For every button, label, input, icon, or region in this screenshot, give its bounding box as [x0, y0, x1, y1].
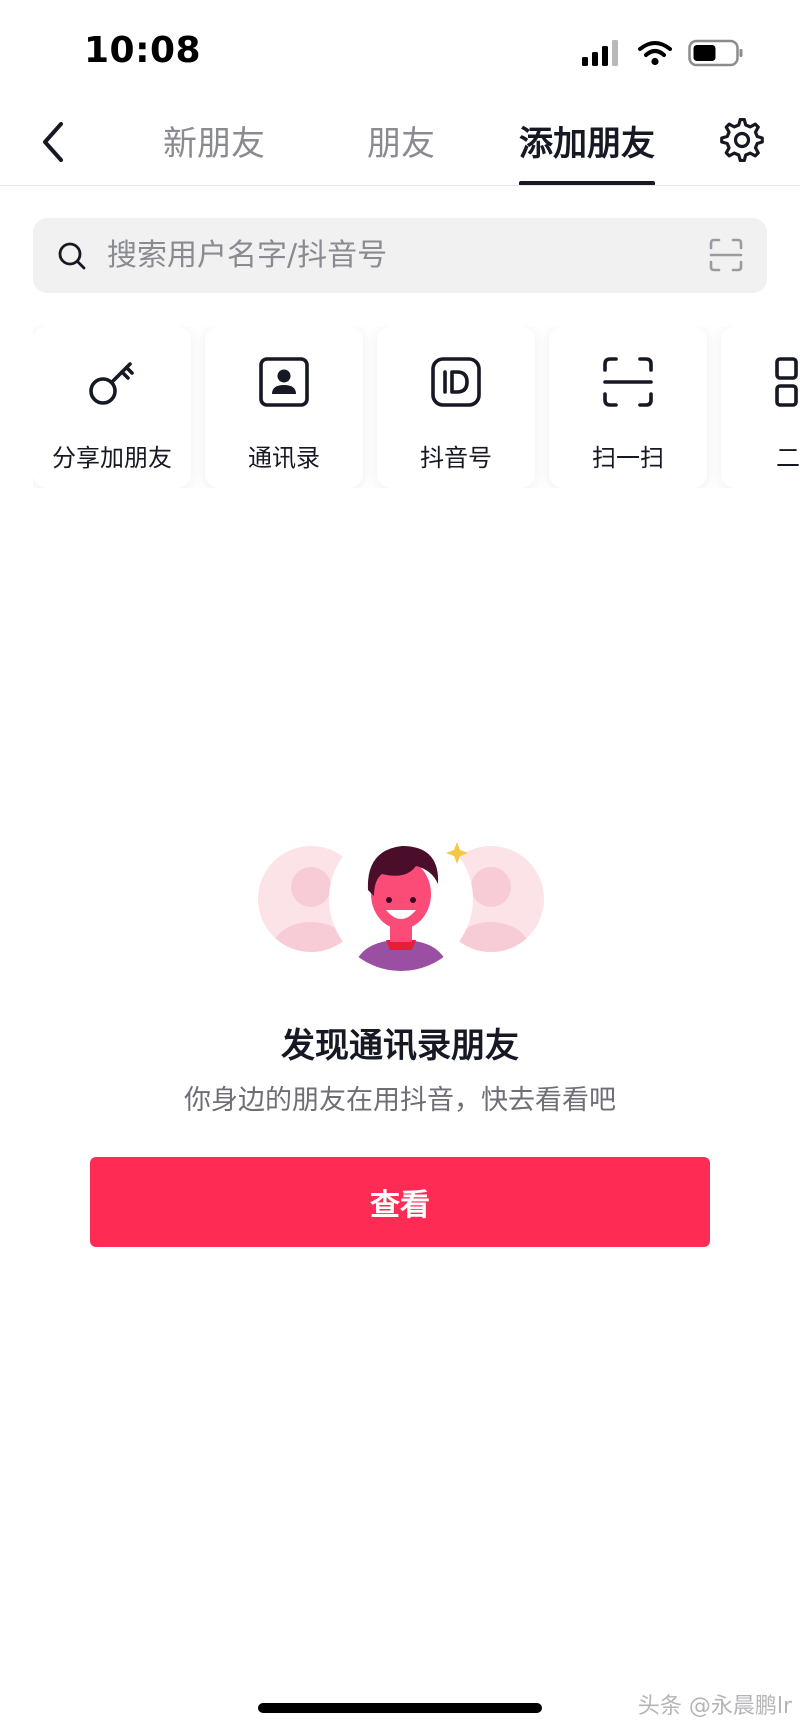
status-icons [582, 36, 744, 70]
option-scan[interactable]: 扫一扫 [549, 326, 707, 488]
status-time: 10:08 [84, 30, 202, 71]
contact-book-icon [259, 357, 309, 407]
search-bar[interactable] [33, 218, 767, 293]
settings-button[interactable] [716, 114, 768, 166]
nav-divider [0, 185, 800, 186]
option-qr-code[interactable]: 二维 [721, 326, 800, 488]
search-input[interactable] [105, 237, 669, 274]
empty-state-title: 发现通讯录朋友 [281, 1026, 519, 1066]
back-button[interactable] [28, 112, 78, 172]
tab-friends[interactable]: 朋友 [367, 116, 435, 165]
battery-icon [688, 39, 743, 67]
key-icon [89, 362, 134, 405]
scan-icon[interactable] [709, 238, 743, 272]
option-douyin-id[interactable]: 抖音号 [377, 326, 535, 488]
tab-new-friends[interactable]: 新朋友 [163, 116, 265, 165]
home-indicator[interactable] [258, 1703, 542, 1713]
option-label: 分享加朋友 [52, 444, 172, 472]
tab-add-friends[interactable]: 添加朋友 [519, 116, 655, 165]
empty-state-subtitle: 你身边的朋友在用抖音，快去看看吧 [184, 1085, 616, 1116]
add-friend-options: 分享加朋友 通讯录 抖音号 扫一扫 二维 [33, 326, 800, 488]
option-label: 抖音号 [420, 444, 492, 472]
wifi-icon [638, 41, 672, 66]
option-share-add-friend[interactable]: 分享加朋友 [33, 326, 191, 488]
chevron-left-icon [43, 122, 63, 162]
watermark: 头条 @永晨鹏lr [637, 1694, 792, 1719]
scan-icon [603, 357, 653, 407]
id-icon [431, 357, 481, 407]
option-label: 通讯录 [248, 444, 320, 472]
option-contacts[interactable]: 通讯录 [205, 326, 363, 488]
option-label: 二维 [776, 444, 800, 472]
view-contacts-button[interactable]: 查看 [90, 1157, 710, 1247]
option-label: 扫一扫 [592, 444, 664, 472]
gear-icon [720, 118, 764, 162]
signal-icon [582, 40, 618, 66]
search-icon [58, 242, 86, 269]
qr-code-icon [775, 357, 798, 407]
contacts-illustration [258, 836, 544, 971]
